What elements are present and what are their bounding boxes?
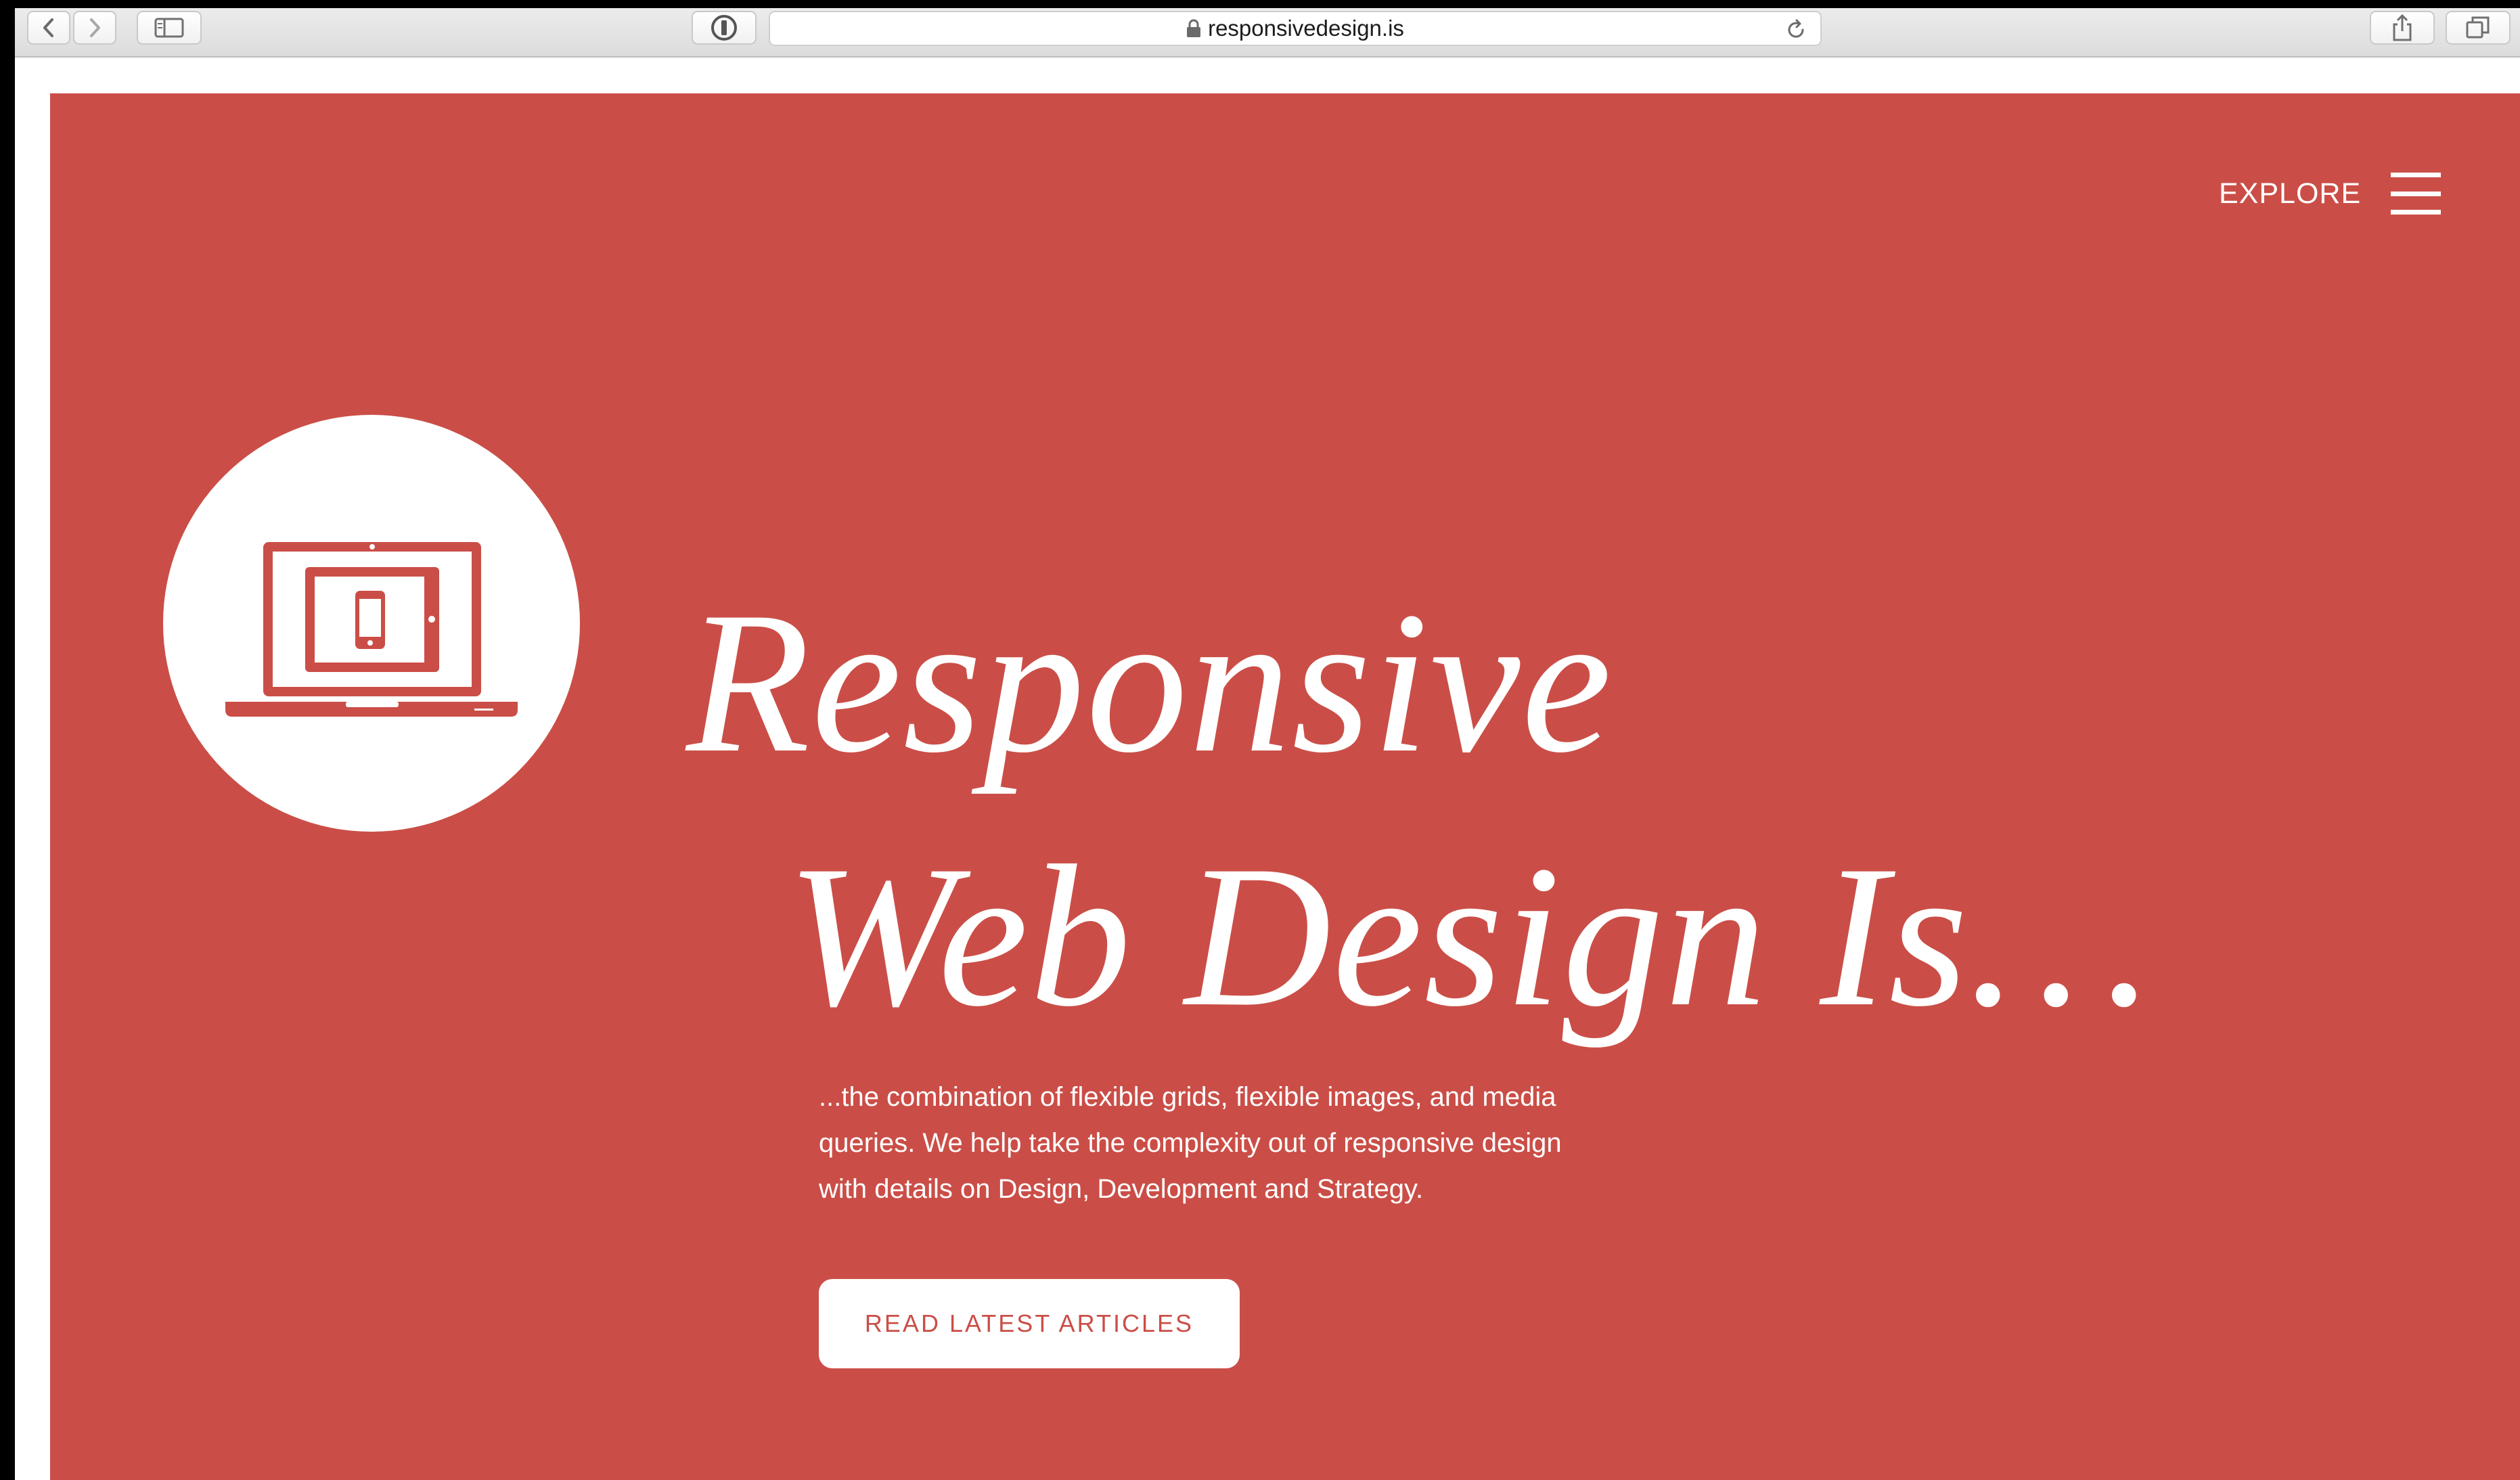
url-text: responsivedesign.is (1208, 16, 1404, 41)
reload-button[interactable] (1784, 18, 1808, 42)
lock-icon (1187, 19, 1201, 37)
browser-toolbar: responsivedesign.is (15, 8, 2520, 58)
headline-line-1: Responsive (686, 570, 1613, 794)
password-manager-icon (711, 15, 737, 41)
tabs-overview-button[interactable] (2446, 11, 2511, 45)
share-icon (2393, 14, 2412, 41)
headline-line-2: Web Design Is… (786, 824, 2151, 1048)
sidebar-toggle-button[interactable] (137, 11, 202, 45)
sidebar-icon (154, 18, 184, 38)
site-logo (163, 415, 580, 832)
chevron-right-icon (90, 18, 100, 37)
explore-menu-button[interactable]: EXPLORE (2219, 173, 2442, 215)
tabs-icon (2466, 16, 2490, 39)
forward-button[interactable] (73, 11, 116, 45)
address-bar[interactable]: responsivedesign.is (769, 11, 1822, 46)
password-manager-button[interactable] (692, 11, 757, 45)
web-page: EXPLORE Responsive Web Design Is… ...the… (15, 58, 2520, 1480)
hero-section: EXPLORE Responsive Web Design Is… ...the… (50, 93, 2520, 1480)
responsive-devices-icon (225, 542, 518, 717)
hamburger-menu-icon[interactable] (2391, 173, 2442, 215)
share-button[interactable] (2370, 11, 2435, 45)
explore-label: EXPLORE (2219, 177, 2362, 210)
read-latest-articles-button[interactable]: READ LATEST ARTICLES (819, 1279, 1240, 1368)
intro-paragraph: ...the combination of flexible grids, fl… (819, 1082, 1562, 1204)
reload-icon (1788, 19, 1804, 38)
chevron-left-icon (43, 18, 53, 37)
back-button[interactable] (27, 11, 70, 45)
screen: responsivedesign.is EXPLORE Responsive W… (0, 0, 2520, 1480)
